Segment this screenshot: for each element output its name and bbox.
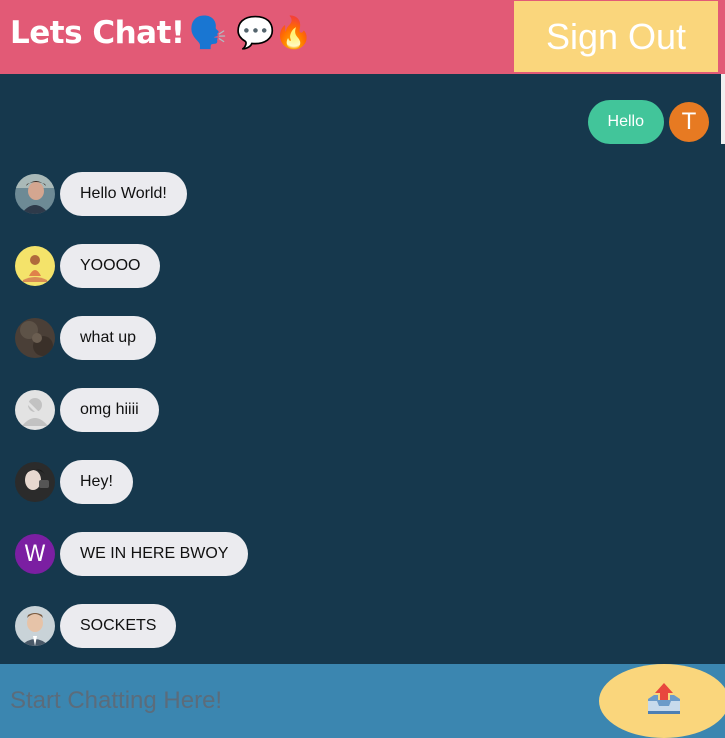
list-item: YOOOO <box>15 244 161 288</box>
list-item: what up <box>15 316 157 360</box>
avatar <box>15 462 55 502</box>
sign-out-button[interactable]: Sign Out <box>514 1 718 72</box>
avatar <box>15 390 55 430</box>
avatar <box>15 318 55 358</box>
message-bubble: Hello World! <box>60 172 187 216</box>
title-emoji: 🗣️ 💬🔥 <box>188 15 313 51</box>
list-item: Hey! <box>15 460 133 504</box>
send-button[interactable] <box>599 664 725 738</box>
message-bubble: SOCKETS <box>60 604 177 648</box>
chat-input[interactable] <box>0 664 590 738</box>
avatar <box>15 174 55 214</box>
message-bubble: Hello <box>587 100 664 144</box>
message-bubble: WE IN HERE BWOY <box>60 532 249 576</box>
avatar: W <box>15 534 55 574</box>
composer <box>0 664 725 738</box>
message-bubble: omg hiiii <box>60 388 159 432</box>
message-bubble: YOOOO <box>60 244 161 288</box>
scrollbar[interactable] <box>721 74 725 144</box>
list-item: Hello World! <box>15 172 187 216</box>
list-item: SOCKETS <box>15 604 177 648</box>
message-bubble: Hey! <box>60 460 133 504</box>
app-header: Lets Chat! 🗣️ 💬🔥 Sign Out <box>0 0 725 74</box>
message-bubble: what up <box>60 316 157 360</box>
app-title: Lets Chat! 🗣️ 💬🔥 <box>10 14 313 51</box>
avatar <box>15 606 55 646</box>
own-message: Hello T <box>587 100 709 144</box>
list-item: omg hiiii <box>15 388 159 432</box>
message-list[interactable]: Hello T Hello World! YOOOO what up omg h… <box>0 74 725 664</box>
title-text: Lets Chat! <box>10 15 185 51</box>
outbox-tray-icon <box>645 681 683 722</box>
avatar: T <box>669 102 709 142</box>
avatar <box>15 246 55 286</box>
list-item: W WE IN HERE BWOY <box>15 532 249 576</box>
